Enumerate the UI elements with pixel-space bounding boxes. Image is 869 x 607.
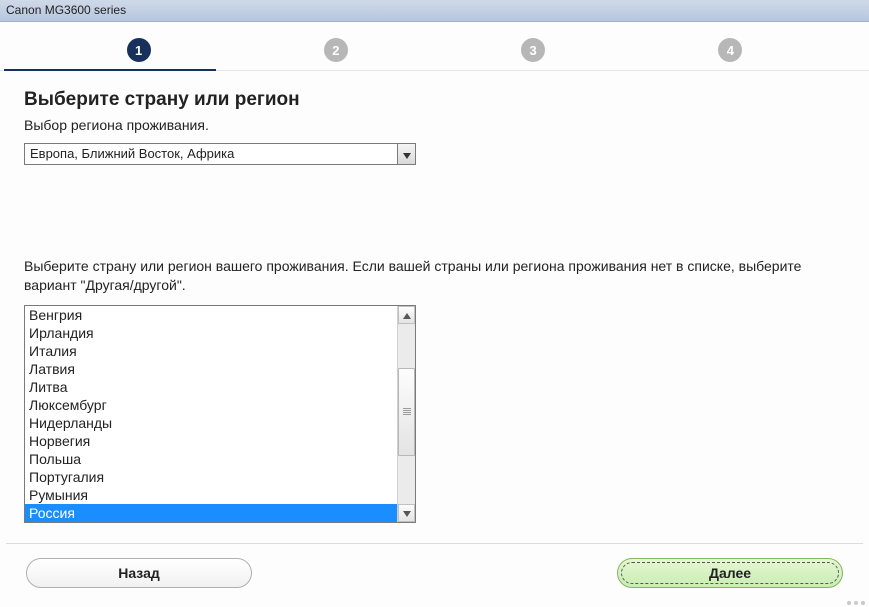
region-dropdown-button[interactable] xyxy=(397,144,415,164)
page-subheading: Выбор региона проживания. xyxy=(24,117,845,133)
chevron-up-icon xyxy=(403,307,411,322)
window-titlebar: Canon MG3600 series xyxy=(0,0,869,22)
list-item[interactable]: Румыния xyxy=(25,486,397,504)
scroll-up-button[interactable] xyxy=(398,306,415,324)
step-4: 4 xyxy=(718,38,742,62)
instruction-text: Выберите страну или регион вашего прожив… xyxy=(24,257,845,295)
next-button[interactable]: Далее xyxy=(617,558,843,588)
resize-grip-icon xyxy=(847,601,865,605)
step-1: 1 xyxy=(127,38,151,62)
list-item[interactable]: Ирландия xyxy=(25,324,397,342)
window-title: Canon MG3600 series xyxy=(6,3,126,17)
country-listbox[interactable]: ВенгрияИрландияИталияЛатвияЛитваЛюксембу… xyxy=(25,306,397,522)
scrollbar[interactable] xyxy=(397,306,415,522)
chevron-down-icon xyxy=(403,147,411,162)
list-item[interactable]: Россия xyxy=(25,504,397,522)
wizard-stepper: 1 2 3 4 xyxy=(0,22,869,71)
list-item[interactable]: Литва xyxy=(25,378,397,396)
list-item[interactable]: Нидерланды xyxy=(25,414,397,432)
back-button[interactable]: Назад xyxy=(26,558,252,588)
list-item[interactable]: Норвегия xyxy=(25,432,397,450)
country-list-container: ВенгрияИрландияИталияЛатвияЛитваЛюксембу… xyxy=(24,305,416,523)
scroll-thumb[interactable] xyxy=(398,368,415,456)
step-3: 3 xyxy=(521,38,545,62)
list-item[interactable]: Венгрия xyxy=(25,306,397,324)
page-heading: Выберите страну или регион xyxy=(24,89,845,111)
main-content: Выберите страну или регион Выбор региона… xyxy=(0,71,869,529)
list-item[interactable]: Португалия xyxy=(25,468,397,486)
list-item[interactable]: Люксембург xyxy=(25,396,397,414)
next-button-label: Далее xyxy=(709,565,751,581)
region-dropdown[interactable]: Европа, Ближний Восток, Африка xyxy=(24,143,416,165)
back-button-label: Назад xyxy=(118,565,160,581)
step-2: 2 xyxy=(324,38,348,62)
list-item[interactable]: Италия xyxy=(25,342,397,360)
scroll-grip-icon xyxy=(403,408,411,416)
chevron-down-icon xyxy=(403,505,411,520)
footer-bar: Назад Далее xyxy=(0,544,869,600)
list-item[interactable]: Латвия xyxy=(25,360,397,378)
scroll-down-button[interactable] xyxy=(398,504,415,522)
active-step-underline xyxy=(4,69,216,71)
list-item[interactable]: Польша xyxy=(25,450,397,468)
scroll-track[interactable] xyxy=(398,324,415,504)
region-dropdown-value: Европа, Ближний Восток, Африка xyxy=(25,144,397,164)
